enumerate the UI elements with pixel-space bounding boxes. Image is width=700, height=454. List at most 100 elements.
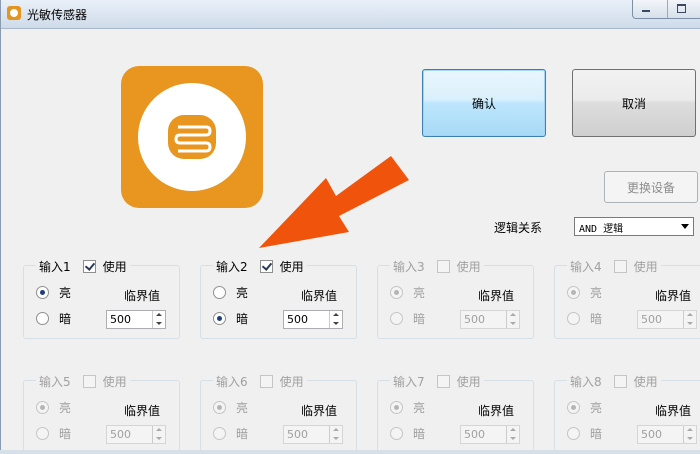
bright-radio[interactable] [213, 401, 226, 414]
threshold-value: 500 [641, 428, 662, 441]
threshold-value: 500 [464, 313, 485, 326]
threshold-spinbox[interactable]: 500 [637, 310, 697, 329]
spin-up-icon[interactable] [684, 426, 696, 434]
cancel-button[interactable]: 取消 [572, 69, 696, 137]
bright-radio[interactable] [390, 286, 403, 299]
chevron-down-icon[interactable] [681, 224, 689, 229]
spin-buttons [506, 311, 519, 328]
spin-up-icon[interactable] [330, 311, 342, 319]
threshold-label: 临界值 [655, 289, 692, 303]
spin-down-icon[interactable] [684, 434, 696, 442]
use-checkbox[interactable] [613, 260, 627, 273]
spin-down-icon[interactable] [330, 319, 342, 327]
group-header: 输入5 使用 [36, 373, 130, 390]
use-checkbox[interactable] [613, 375, 627, 388]
use-checkbox[interactable] [82, 260, 96, 273]
spin-up-icon[interactable] [153, 426, 165, 434]
bright-radio[interactable] [567, 286, 580, 299]
dark-radio[interactable] [390, 312, 403, 325]
spin-up-icon[interactable] [330, 426, 342, 434]
logic-select-value: AND 逻辑 [579, 224, 624, 235]
bright-option[interactable]: 亮 [36, 284, 71, 301]
spin-up-icon[interactable] [507, 311, 519, 319]
maximize-icon[interactable] [668, 0, 700, 18]
dark-option[interactable]: 暗 [213, 425, 248, 442]
bright-option[interactable]: 亮 [390, 284, 425, 301]
logic-label: 逻辑关系 [494, 221, 543, 235]
use-checkbox[interactable] [436, 260, 450, 273]
bright-radio[interactable] [567, 401, 580, 414]
spin-buttons [152, 311, 165, 328]
dark-option[interactable]: 暗 [567, 310, 602, 327]
title-bar[interactable]: 光敏传感器 [1, 0, 700, 29]
dark-radio[interactable] [36, 427, 49, 440]
dark-option[interactable]: 暗 [36, 425, 71, 442]
bright-option[interactable]: 亮 [213, 284, 248, 301]
bright-option[interactable]: 亮 [36, 399, 71, 416]
bright-radio[interactable] [390, 401, 403, 414]
bright-option[interactable]: 亮 [390, 399, 425, 416]
threshold-value: 500 [464, 428, 485, 441]
threshold-spinbox[interactable]: 500 [283, 425, 343, 444]
threshold-label: 临界值 [655, 404, 692, 418]
group-title: 输入6 [216, 375, 248, 389]
group-title: 输入4 [570, 260, 602, 274]
spin-up-icon[interactable] [153, 311, 165, 319]
input-group-1: 输入1 使用亮暗 临界值 500 [23, 258, 180, 339]
threshold-spinbox[interactable]: 500 [283, 310, 343, 329]
spin-up-icon[interactable] [507, 426, 519, 434]
bright-radio[interactable] [36, 401, 49, 414]
dark-radio[interactable] [390, 427, 403, 440]
threshold-spinbox[interactable]: 500 [460, 425, 520, 444]
use-checkbox[interactable] [259, 260, 273, 273]
use-checkbox[interactable] [436, 375, 450, 388]
use-checkbox[interactable] [82, 375, 96, 388]
dark-radio[interactable] [567, 312, 580, 325]
threshold-spinbox[interactable]: 500 [106, 425, 166, 444]
spin-down-icon[interactable] [153, 434, 165, 442]
threshold-label: 临界值 [301, 404, 338, 418]
bright-label: 亮 [413, 401, 426, 415]
dark-option[interactable]: 暗 [36, 310, 71, 327]
spin-down-icon[interactable] [330, 434, 342, 442]
threshold-spinbox[interactable]: 500 [106, 310, 166, 329]
dark-option[interactable]: 暗 [390, 310, 425, 327]
logic-select[interactable]: AND 逻辑 [574, 217, 694, 236]
spin-down-icon[interactable] [507, 319, 519, 327]
threshold-spinbox[interactable]: 500 [460, 310, 520, 329]
dark-label: 暗 [413, 427, 426, 441]
spin-up-icon[interactable] [684, 311, 696, 319]
threshold-label: 临界值 [478, 289, 515, 303]
bright-radio[interactable] [36, 286, 49, 299]
group-header: 输入7 使用 [390, 373, 484, 390]
threshold-value: 500 [287, 428, 308, 441]
threshold-spinbox[interactable]: 500 [637, 425, 697, 444]
bright-option[interactable]: 亮 [567, 399, 602, 416]
spin-buttons [683, 426, 696, 443]
bright-radio[interactable] [213, 286, 226, 299]
dark-radio[interactable] [36, 312, 49, 325]
group-title: 输入1 [39, 260, 71, 274]
use-checkbox[interactable] [259, 375, 273, 388]
spin-down-icon[interactable] [507, 434, 519, 442]
spin-down-icon[interactable] [153, 319, 165, 327]
confirm-button[interactable]: 确认 [422, 69, 546, 137]
dark-radio[interactable] [213, 312, 226, 325]
change-device-button[interactable]: 更换设备 [604, 171, 698, 203]
bright-label: 亮 [59, 401, 72, 415]
dark-radio[interactable] [567, 427, 580, 440]
minimize-icon[interactable] [633, 0, 668, 18]
dark-radio[interactable] [213, 427, 226, 440]
dark-option[interactable]: 暗 [390, 425, 425, 442]
use-label: 使用 [279, 260, 304, 274]
bright-option[interactable]: 亮 [213, 399, 248, 416]
use-label: 使用 [633, 375, 658, 389]
spin-buttons [329, 311, 342, 328]
bright-option[interactable]: 亮 [567, 284, 602, 301]
dark-option[interactable]: 暗 [213, 310, 248, 327]
input-group-4: 输入4 使用亮暗 临界值 500 [554, 258, 700, 339]
spin-down-icon[interactable] [684, 319, 696, 327]
dark-label: 暗 [59, 312, 72, 326]
dark-option[interactable]: 暗 [567, 425, 602, 442]
dark-label: 暗 [236, 312, 249, 326]
